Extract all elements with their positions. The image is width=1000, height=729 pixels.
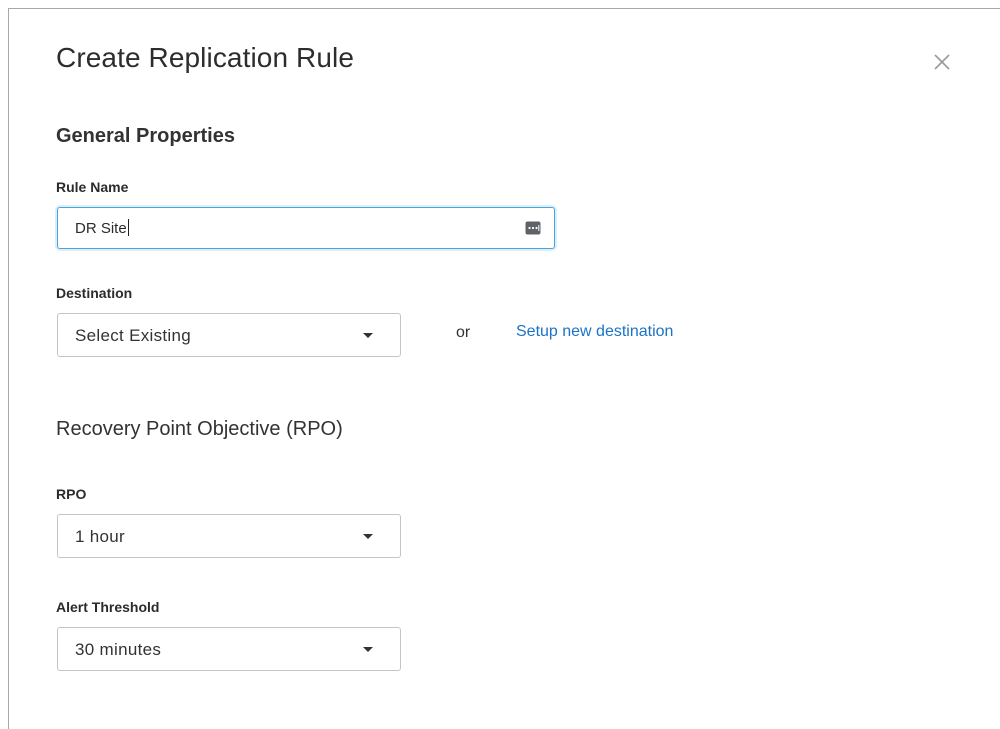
rule-name-value: DR Site [75,220,127,237]
rule-name-label: Rule Name [56,179,129,195]
alert-threshold-label: Alert Threshold [56,599,160,615]
chevron-down-icon [363,534,373,539]
text-caret [127,219,129,236]
rpo-label: RPO [56,486,87,502]
close-icon[interactable] [929,49,955,75]
or-separator: or [456,324,471,341]
rpo-section-heading: Recovery Point Objective (RPO) [56,418,343,440]
dialog-title: Create Replication Rule [56,42,355,73]
password-manager-icon[interactable] [525,220,541,236]
chevron-down-icon [363,333,373,338]
rpo-selected-value: 1 hour [75,527,126,546]
destination-selected-value: Select Existing [75,326,191,345]
rule-name-input[interactable]: DR Site [57,207,555,249]
general-properties-heading: General Properties [56,125,235,147]
alert-threshold-selected-value: 30 minutes [75,640,162,659]
destination-select[interactable]: Select Existing [57,313,401,357]
create-replication-rule-dialog: Create Replication Rule General Properti… [8,8,1000,729]
chevron-down-icon [363,647,373,652]
destination-label: Destination [56,285,133,301]
alert-threshold-select[interactable]: 30 minutes [57,627,401,671]
rpo-select[interactable]: 1 hour [57,514,401,558]
setup-new-destination-link[interactable]: Setup new destination [516,323,673,341]
